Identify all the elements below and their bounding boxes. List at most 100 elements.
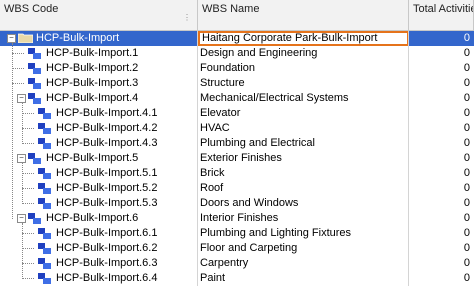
wbs-name-cell[interactable]: Haitang Corporate Park-Bulk-Import <box>198 31 409 46</box>
table-row[interactable]: HCP-Bulk-Import.6.1 Plumbing and Lighting… <box>0 226 474 241</box>
tree-connector <box>22 248 34 249</box>
wbs-name-cell[interactable]: HVAC <box>198 121 409 136</box>
wbs-node-icon <box>28 63 42 74</box>
wbs-code-cell[interactable]: − HCP-Bulk-Import.5 <box>0 151 198 166</box>
wbs-node-icon <box>28 93 42 104</box>
tree-connector <box>22 163 23 204</box>
wbs-code-text: HCP-Bulk-Import <box>36 32 120 44</box>
wbs-name-cell[interactable]: Roof <box>198 181 409 196</box>
table-row[interactable]: HCP-Bulk-Import.4.1 Elevator 0 <box>0 106 474 121</box>
wbs-code-cell[interactable]: HCP-Bulk-Import.1 <box>0 46 198 61</box>
tree-connector <box>22 143 34 144</box>
column-header-total-activities[interactable]: Total Activities <box>409 0 474 30</box>
wbs-code-cell[interactable]: HCP-Bulk-Import.4.2 <box>0 121 198 136</box>
wbs-code-text: HCP-Bulk-Import.4.1 <box>56 107 158 119</box>
total-activities-cell: 0 <box>463 182 470 194</box>
column-header-wbs-name[interactable]: WBS Name <box>198 0 409 30</box>
total-activities-cell: 0 <box>463 47 470 59</box>
wbs-node-icon <box>38 168 52 179</box>
table-row[interactable]: − HCP-Bulk-Import.6 Interior Finishes 0 <box>0 211 474 226</box>
wbs-code-cell[interactable]: HCP-Bulk-Import.6.3 <box>0 256 198 271</box>
wbs-name-cell[interactable]: Carpentry <box>198 256 409 271</box>
collapse-toggle-icon[interactable]: − <box>17 94 26 103</box>
wbs-name-cell[interactable]: Brick <box>198 166 409 181</box>
tree-connector <box>22 203 34 204</box>
collapse-toggle-icon[interactable]: − <box>17 154 26 163</box>
wbs-node-icon <box>38 258 52 269</box>
wbs-name-cell[interactable]: Doors and Windows <box>198 196 409 211</box>
wbs-name-text: Plumbing and Lighting Fixtures <box>200 227 352 239</box>
wbs-code-text: HCP-Bulk-Import.5 <box>46 152 139 164</box>
wbs-name-cell[interactable]: Plumbing and Lighting Fixtures <box>198 226 409 241</box>
wbs-name-text: Mechanical/Electrical Systems <box>200 92 349 104</box>
wbs-code-cell[interactable]: HCP-Bulk-Import.2 <box>0 61 198 76</box>
wbs-code-text: HCP-Bulk-Import.4.3 <box>56 137 158 149</box>
table-row[interactable]: HCP-Bulk-Import.2 Foundation 0 <box>0 61 474 76</box>
tree-connector <box>22 188 34 189</box>
wbs-code-cell[interactable]: HCP-Bulk-Import.5.2 <box>0 181 198 196</box>
wbs-code-cell[interactable]: HCP-Bulk-Import.6.2 <box>0 241 198 256</box>
wbs-code-cell[interactable]: − HCP-Bulk-Import <box>0 31 198 46</box>
wbs-name-cell[interactable]: Floor and Carpeting <box>198 241 409 256</box>
table-row[interactable]: HCP-Bulk-Import.4.2 HVAC 0 <box>0 121 474 136</box>
wbs-code-cell[interactable]: − HCP-Bulk-Import.6 <box>0 211 198 226</box>
table-row[interactable]: HCP-Bulk-Import.6.4 Paint 0 <box>0 271 474 286</box>
wbs-node-icon <box>38 228 52 239</box>
wbs-name-text: Interior Finishes <box>200 212 279 224</box>
tree-connector <box>22 278 34 279</box>
wbs-code-cell[interactable]: HCP-Bulk-Import.4.3 <box>0 136 198 151</box>
wbs-node-icon <box>28 213 42 224</box>
wbs-code-cell[interactable]: HCP-Bulk-Import.6.4 <box>0 271 198 286</box>
grid-header: WBS Code ⋮ WBS Name Total Activities <box>0 0 474 31</box>
table-row[interactable]: − HCP-Bulk-Import.5 Exterior Finishes 0 <box>0 151 474 166</box>
table-row[interactable]: HCP-Bulk-Import.6.2 Floor and Carpeting 0 <box>0 241 474 256</box>
table-row[interactable]: HCP-Bulk-Import.3 Structure 0 <box>0 76 474 91</box>
wbs-name-edit-field[interactable]: Haitang Corporate Park-Bulk-Import <box>198 31 408 46</box>
wbs-name-cell[interactable]: Elevator <box>198 106 409 121</box>
table-row[interactable]: HCP-Bulk-Import.6.3 Carpentry 0 <box>0 256 474 271</box>
wbs-name-cell[interactable]: Design and Engineering <box>198 46 409 61</box>
column-header-wbs-code[interactable]: WBS Code ⋮ <box>0 0 198 30</box>
table-row[interactable]: HCP-Bulk-Import.1 Design and Engineering 0 <box>0 46 474 61</box>
table-row[interactable]: HCP-Bulk-Import.4.3 Plumbing and Electric… <box>0 136 474 151</box>
wbs-name-text: Plumbing and Electrical <box>200 137 315 149</box>
wbs-name-cell[interactable]: Paint <box>198 271 409 286</box>
tree-connector <box>12 68 24 69</box>
wbs-name-text: Brick <box>200 167 225 179</box>
wbs-node-icon <box>38 198 52 209</box>
wbs-node-icon <box>38 108 52 119</box>
wbs-code-cell[interactable]: HCP-Bulk-Import.6.1 <box>0 226 198 241</box>
wbs-code-cell[interactable]: HCP-Bulk-Import.3 <box>0 76 198 91</box>
wbs-name-cell[interactable]: Mechanical/Electrical Systems <box>198 91 409 106</box>
wbs-name-cell[interactable]: Structure <box>198 76 409 91</box>
wbs-code-cell[interactable]: − HCP-Bulk-Import.4 <box>0 91 198 106</box>
wbs-name-cell[interactable]: Exterior Finishes <box>198 151 409 166</box>
collapse-toggle-icon[interactable]: − <box>7 34 16 43</box>
total-activities-cell: 0 <box>463 272 470 284</box>
total-activities-cell: 0 <box>463 62 470 74</box>
wbs-code-cell[interactable]: HCP-Bulk-Import.4.1 <box>0 106 198 121</box>
total-activities-cell: 0 <box>463 212 470 224</box>
wbs-node-icon <box>38 273 52 284</box>
wbs-code-cell[interactable]: HCP-Bulk-Import.5.1 <box>0 166 198 181</box>
wbs-name-cell[interactable]: Foundation <box>198 61 409 76</box>
total-activities-cell: 0 <box>463 242 470 254</box>
total-activities-cell: 0 <box>463 167 470 179</box>
wbs-grid: WBS Code ⋮ WBS Name Total Activities − HC… <box>0 0 474 293</box>
wbs-code-text: HCP-Bulk-Import.5.1 <box>56 167 158 179</box>
wbs-name-cell[interactable]: Interior Finishes <box>198 211 409 226</box>
table-row[interactable]: HCP-Bulk-Import.5.2 Roof 0 <box>0 181 474 196</box>
wbs-code-text: HCP-Bulk-Import.4 <box>46 92 139 104</box>
wbs-name-text: Paint <box>200 272 226 284</box>
wbs-node-icon <box>38 183 52 194</box>
table-row-selected[interactable]: − HCP-Bulk-Import Haitang Corporate Park-B… <box>0 31 474 46</box>
wbs-node-icon <box>38 243 52 254</box>
total-activities-cell: 0 <box>409 31 474 46</box>
table-row[interactable]: − HCP-Bulk-Import.4 Mechanical/Electrical … <box>0 91 474 106</box>
table-row[interactable]: HCP-Bulk-Import.5.3 Doors and Windows 0 <box>0 196 474 211</box>
collapse-toggle-icon[interactable]: − <box>17 214 26 223</box>
wbs-name-cell[interactable]: Plumbing and Electrical <box>198 136 409 151</box>
wbs-code-cell[interactable]: HCP-Bulk-Import.5.3 <box>0 196 198 211</box>
column-filter-icon[interactable]: ⋮ <box>183 14 191 22</box>
table-row[interactable]: HCP-Bulk-Import.5.1 Brick 0 <box>0 166 474 181</box>
